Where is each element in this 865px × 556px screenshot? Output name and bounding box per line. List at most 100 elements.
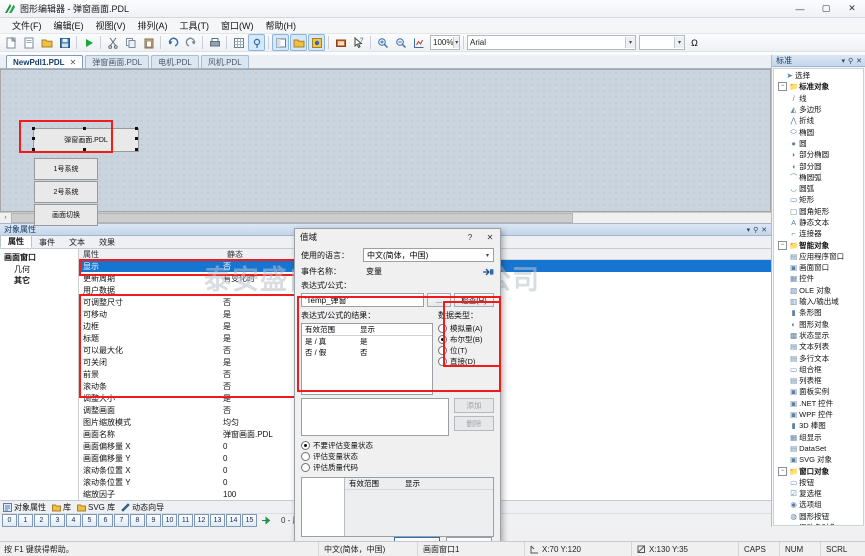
resize-handle[interactable] <box>135 137 138 140</box>
sidebar-item-24[interactable]: ▤文本列表 <box>776 341 863 352</box>
layer-button-7[interactable]: 7 <box>114 514 129 527</box>
sidebar-item-1[interactable]: −📁标准对象 <box>776 81 863 92</box>
state-listbox[interactable]: 有效范围 显示 <box>301 477 494 537</box>
sidebar-item-19[interactable]: ▧OLE 对象 <box>776 285 863 296</box>
layer-button-9[interactable]: 9 <box>146 514 161 527</box>
sidebar-item-25[interactable]: ▤多行文本 <box>776 352 863 363</box>
sidebar-item-31[interactable]: ▮3D 棒图 <box>776 420 863 431</box>
layer-button-3[interactable]: 3 <box>50 514 65 527</box>
sidebar-object-list[interactable]: ➤选择−📁标准对象/线◭多边形⋀折线⬭椭圆●圆◗部分椭圆◖部分圆⌒椭圆弧◡圆弧▭… <box>773 68 864 526</box>
sidebar-item-21[interactable]: ▮条形图 <box>776 307 863 318</box>
tab-effects[interactable]: 效果 <box>92 237 122 248</box>
radio-icon[interactable] <box>301 463 310 472</box>
drawing-canvas[interactable]: 弹窗画面.PDL 1号系统 2号系统 <box>1 70 770 211</box>
canvas-button-switch[interactable]: 画面切换 <box>34 204 98 226</box>
sidebar-item-13[interactable]: A静态文本 <box>776 217 863 228</box>
sidebar-item-30[interactable]: ▣WPF 控件 <box>776 409 863 420</box>
sidebar-item-11[interactable]: ▭矩形 <box>776 194 863 205</box>
close-icon[interactable]: ✕ <box>856 57 862 65</box>
layer-button-12[interactable]: 12 <box>194 514 209 527</box>
datatype-option-bit[interactable]: 位(T) <box>438 345 494 356</box>
resize-handle[interactable] <box>135 148 138 151</box>
datatype-option-direct[interactable]: 直接(D) <box>438 356 494 367</box>
radio-icon[interactable] <box>438 346 447 355</box>
sidebar-item-32[interactable]: ▦组显示 <box>776 432 863 443</box>
sidebar-item-12[interactable]: ▢圆角矩形 <box>776 206 863 217</box>
tree-item-geometry[interactable]: 几何 <box>4 264 78 275</box>
radio-icon[interactable] <box>301 452 310 461</box>
close-icon[interactable]: ✕ <box>70 58 77 67</box>
print-icon[interactable] <box>206 34 223 51</box>
menu-item-window[interactable]: 窗口(W) <box>215 18 260 33</box>
sidebar-item-15[interactable]: −📁智能对象 <box>776 239 863 250</box>
result-row[interactable]: 否 / 假 否 <box>302 347 432 358</box>
datatype-option-analog[interactable]: 模拟量(A) <box>438 323 494 334</box>
open-icon[interactable] <box>38 34 55 51</box>
sidebar-item-3[interactable]: ◭多边形 <box>776 104 863 115</box>
svg-library-icon[interactable] <box>308 34 325 51</box>
bottom-tab-library[interactable]: 库 <box>52 502 71 513</box>
menu-item-file[interactable]: 文件(F) <box>6 18 48 33</box>
sidebar-item-8[interactable]: ◖部分圆 <box>776 160 863 171</box>
layer-button-15[interactable]: 15 <box>242 514 257 527</box>
tab-fan[interactable]: 风机.PDL <box>201 55 249 68</box>
close-icon[interactable]: ✕ <box>480 229 500 245</box>
radio-icon[interactable] <box>438 357 447 366</box>
canvas-button-system2[interactable]: 2号系统 <box>34 181 98 203</box>
font-family-combo[interactable]: Arial ▾ <box>467 35 636 50</box>
zoom-level-combo[interactable]: 100% ▾ <box>430 35 460 50</box>
sidebar-item-20[interactable]: ▥输入/输出域 <box>776 296 863 307</box>
resize-handle[interactable] <box>135 127 138 130</box>
grid-icon[interactable] <box>230 34 247 51</box>
check-button[interactable]: 检查(H) <box>454 293 494 307</box>
layer-button-13[interactable]: 13 <box>210 514 225 527</box>
layer-button-0[interactable]: 0 <box>2 514 17 527</box>
layer-button-10[interactable]: 10 <box>162 514 177 527</box>
result-listbox[interactable]: 有效范围 显示 是 / 真 是 否 / 假 否 <box>301 323 433 395</box>
sidebar-item-16[interactable]: ▤应用程序窗口 <box>776 251 863 262</box>
font-size-combo[interactable]: ▾ <box>639 35 685 50</box>
sidebar-item-4[interactable]: ⋀折线 <box>776 115 863 126</box>
tree-item-others[interactable]: 其它 <box>4 275 78 286</box>
layer-buttons[interactable]: 0123456789101112131415 <box>2 514 257 527</box>
tab-text[interactable]: 文本 <box>62 237 92 248</box>
sidebar-item-28[interactable]: ▣面板实例 <box>776 386 863 397</box>
sidebar-item-5[interactable]: ⬭椭圆 <box>776 126 863 137</box>
layer-button-8[interactable]: 8 <box>130 514 145 527</box>
save-icon[interactable] <box>56 34 73 51</box>
sidebar-item-35[interactable]: −📁窗口对象 <box>776 465 863 476</box>
copy-icon[interactable] <box>122 34 139 51</box>
sidebar-item-0[interactable]: ➤选择 <box>776 70 863 81</box>
canvas-horizontal-scrollbar[interactable]: ‹ <box>0 212 771 223</box>
new-icon[interactable] <box>2 34 19 51</box>
datatype-option-boolean[interactable]: 布尔型(B) <box>438 334 494 345</box>
state-option-quality[interactable]: 评估质量代码 <box>301 462 494 473</box>
run-icon[interactable] <box>80 34 97 51</box>
sidebar-item-6[interactable]: ●圆 <box>776 138 863 149</box>
layers-icon[interactable] <box>272 34 289 51</box>
sidebar-item-38[interactable]: ◉选项组 <box>776 499 863 510</box>
layer-button-4[interactable]: 4 <box>66 514 81 527</box>
layer-button-2[interactable]: 2 <box>34 514 49 527</box>
bottom-tab-dynamic-wizard[interactable]: 动态向导 <box>121 502 164 513</box>
layer-button-6[interactable]: 6 <box>98 514 113 527</box>
minimize-button[interactable]: — <box>787 0 813 17</box>
sidebar-item-18[interactable]: ▦控件 <box>776 273 863 284</box>
menu-item-tools[interactable]: 工具(T) <box>174 18 216 33</box>
language-select[interactable]: 中文(简体，中国) ▾ <box>363 248 494 262</box>
undo-icon[interactable] <box>164 34 181 51</box>
tab-motor[interactable]: 电机.PDL <box>151 55 199 68</box>
expander-icon[interactable]: − <box>778 241 787 250</box>
expander-icon[interactable]: − <box>778 82 787 91</box>
tab-events[interactable]: 事件 <box>32 237 62 248</box>
new-from-template-icon[interactable] <box>20 34 37 51</box>
sidebar-item-7[interactable]: ◗部分椭圆 <box>776 149 863 160</box>
sidebar-item-10[interactable]: ◡圆弧 <box>776 183 863 194</box>
sidebar-item-23[interactable]: ▩状态显示 <box>776 330 863 341</box>
sidebar-item-36[interactable]: ▭按钮 <box>776 477 863 488</box>
chevron-down-icon[interactable]: ▾ <box>482 252 493 259</box>
radio-icon[interactable] <box>438 324 447 333</box>
menu-item-help[interactable]: 帮助(H) <box>260 18 303 33</box>
redo-icon[interactable] <box>182 34 199 51</box>
expression-input[interactable]: 'Temp_弹窗' <box>301 293 424 307</box>
